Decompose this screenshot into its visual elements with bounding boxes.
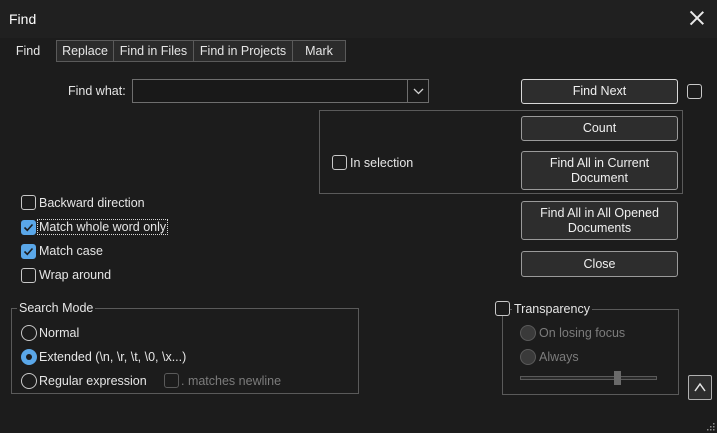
close-label: Close [583, 256, 616, 271]
extended-mode-label: Extended (\n, \r, \t, \0, \x...) [39, 350, 187, 364]
tab-find-in-files[interactable]: Find in Files [113, 40, 194, 62]
extended-mode-radio[interactable] [21, 349, 37, 365]
close-button[interactable]: Close [521, 251, 678, 277]
tab-divider [56, 61, 345, 62]
backward-direction-label: Backward direction [39, 196, 145, 210]
match-case-checkbox[interactable] [21, 244, 36, 259]
close-icon[interactable] [687, 8, 707, 28]
regex-mode-label: Regular expression [39, 374, 147, 388]
find-all-opened-line1: Find All in All Opened [540, 205, 659, 220]
find-next-button[interactable]: Find Next [521, 79, 678, 104]
transparency-checkbox[interactable] [495, 301, 510, 316]
normal-mode-label: Normal [39, 326, 80, 340]
combo-separator [407, 80, 408, 102]
in-selection-checkbox[interactable] [332, 155, 347, 170]
transparency-slider-track[interactable] [520, 376, 657, 380]
transparency-slider-thumb[interactable] [614, 371, 621, 385]
match-whole-word-label: Match whole word only [37, 219, 169, 235]
count-button[interactable]: Count [521, 116, 678, 141]
resize-grip-icon[interactable] [705, 421, 715, 431]
chevron-up-icon [694, 382, 706, 391]
always-label: Always [539, 350, 579, 364]
check-icon [23, 247, 34, 256]
tab-replace[interactable]: Replace [56, 40, 114, 62]
match-whole-word-checkbox[interactable] [21, 220, 36, 235]
find-all-current-document-button[interactable]: Find All in Current Document [521, 151, 678, 190]
tab-find-in-projects[interactable]: Find in Projects [193, 40, 293, 62]
matches-newline-label: . matches newline [181, 374, 282, 388]
check-icon [23, 223, 34, 232]
search-mode-title: Search Mode [17, 301, 96, 315]
regex-mode-radio[interactable] [21, 373, 37, 389]
find-all-current-line1: Find All in Current [549, 155, 650, 170]
always-radio[interactable] [520, 349, 536, 365]
transparency-title: Transparency [512, 302, 592, 316]
window-title: Find [9, 11, 37, 27]
find-next-label: Find Next [572, 84, 627, 98]
find-next-option-checkbox[interactable] [687, 84, 702, 99]
find-all-opened-documents-button[interactable]: Find All in All Opened Documents [521, 201, 678, 240]
normal-mode-radio[interactable] [21, 325, 37, 341]
matches-newline-checkbox[interactable] [164, 373, 179, 388]
find-what-label: Find what: [68, 84, 126, 98]
find-what-combobox[interactable] [132, 79, 429, 103]
backward-direction-checkbox[interactable] [21, 195, 36, 210]
tab-find[interactable]: Find [0, 39, 56, 63]
count-label: Count [582, 121, 617, 135]
collapse-button[interactable] [688, 375, 712, 400]
wrap-around-checkbox[interactable] [21, 268, 36, 283]
chevron-down-icon[interactable] [412, 85, 425, 98]
wrap-around-label: Wrap around [39, 268, 112, 282]
find-all-opened-line2: Documents [567, 220, 632, 235]
in-selection-label: In selection [350, 156, 414, 170]
tab-mark[interactable]: Mark [292, 40, 346, 62]
on-losing-focus-radio[interactable] [520, 325, 536, 341]
on-losing-focus-label: On losing focus [539, 326, 626, 340]
find-all-current-line2: Document [571, 170, 628, 185]
title-bar: Find [0, 0, 717, 38]
match-case-label: Match case [39, 244, 103, 258]
